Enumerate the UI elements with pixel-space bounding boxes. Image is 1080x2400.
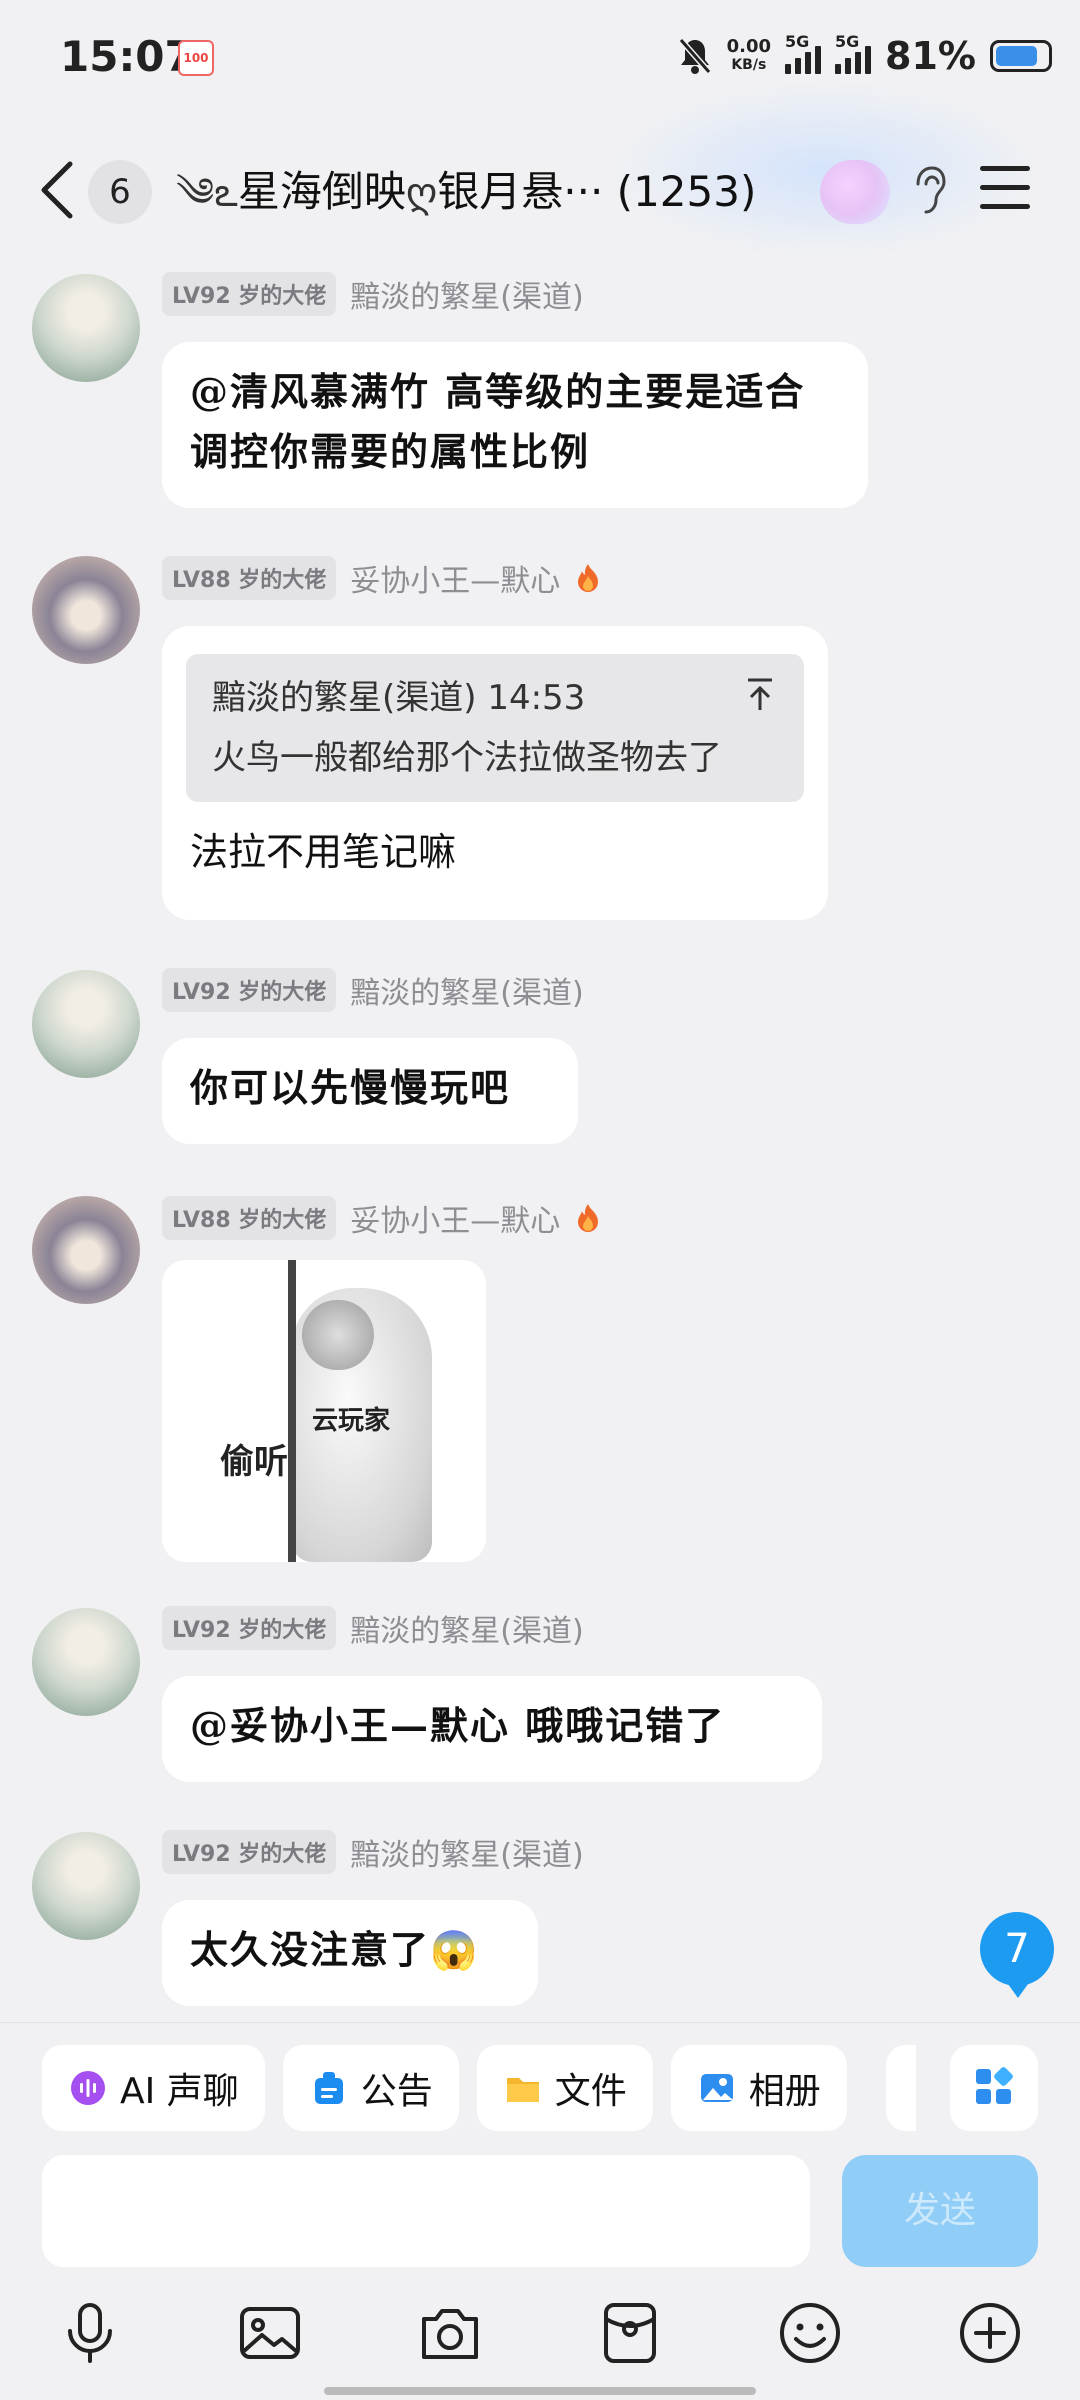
signal-2-icon: 5G — [835, 32, 872, 74]
mute-bell-icon — [678, 38, 711, 74]
chat-header: 6 ༄ఽ星海倒映ღ银月悬··· (1253) — [0, 140, 1080, 240]
avatar[interactable] — [32, 970, 140, 1078]
group-title-text: 星海倒映 — [237, 167, 406, 216]
title-decoration-mid-icon: ღ — [405, 170, 438, 216]
battery-percent: 81% — [885, 34, 976, 78]
sender-name[interactable]: 妥协小王—默心 — [350, 1196, 560, 1240]
new-messages-button[interactable]: 7 — [980, 1912, 1054, 1998]
notice-icon — [314, 2072, 343, 2104]
quoted-header: 黯淡的繁星(渠道) 14:53 — [212, 678, 586, 718]
calendar-icon: 100 — [178, 40, 214, 76]
sticker-image[interactable]: 偷听 云玩家 — [162, 1260, 486, 1562]
home-indicator[interactable] — [324, 2387, 756, 2395]
toolbar — [0, 2299, 1080, 2379]
group-mascot-icon[interactable] — [820, 160, 890, 224]
notice-button[interactable]: 公告 — [282, 2045, 459, 2131]
apps-grid-icon — [976, 2067, 1013, 2104]
flame-icon — [578, 1204, 599, 1232]
quoted-text: 火鸟一般都给那个法拉做圣物去了 — [212, 738, 722, 778]
sender-name[interactable]: 黯淡的繁星(渠道) — [350, 272, 583, 316]
ear-icon[interactable] — [908, 164, 948, 220]
avatar[interactable] — [32, 1608, 140, 1716]
message-input[interactable] — [42, 2155, 810, 2267]
sender-name[interactable]: 黯淡的繁星(渠道) — [350, 968, 583, 1012]
image-icon[interactable] — [236, 2299, 304, 2367]
message-bubble[interactable]: @清风慕满竹 高等级的主要是适合调控你需要的属性比例 — [162, 342, 868, 508]
album-icon — [700, 2074, 733, 2102]
group-title[interactable]: ༄ఽ星海倒映ღ银月悬··· (1253) — [176, 160, 816, 225]
avatar[interactable] — [32, 556, 140, 664]
quoted-message[interactable]: 黯淡的繁星(渠道) 14:53 火鸟一般都给那个法拉做圣物去了 — [186, 654, 804, 802]
message-bubble[interactable]: 太久没注意了😱 — [162, 1900, 538, 2006]
emoji-icon[interactable] — [776, 2299, 844, 2367]
sender-name[interactable]: 黯淡的繁星(渠道) — [350, 1830, 583, 1874]
plus-icon[interactable] — [956, 2299, 1024, 2367]
mic-icon[interactable] — [56, 2299, 124, 2367]
sender-name[interactable]: 黯淡的繁星(渠道) — [350, 1606, 583, 1650]
message-bubble[interactable]: 你可以先慢慢玩吧 — [162, 1038, 578, 1144]
level-badge: LV92 岁的大佬 — [162, 1606, 337, 1650]
chip-label: 文件 — [554, 2071, 627, 2112]
signal-1-icon: 5G — [785, 32, 822, 74]
chip-label: 公告 — [360, 2071, 433, 2112]
chip-label: 相册 — [748, 2071, 821, 2112]
unread-count-badge[interactable]: 6 — [88, 160, 152, 224]
camera-icon[interactable] — [416, 2299, 484, 2367]
album-button[interactable]: 相册 — [670, 2045, 847, 2131]
back-arrow-icon[interactable] — [38, 158, 78, 222]
title-decoration-left-icon: ༄ఽ — [176, 170, 238, 216]
status-time: 15:07 — [60, 32, 194, 81]
level-badge: LV88 岁的大佬 — [162, 556, 337, 600]
group-title-text-b: 银月悬··· (1253) — [437, 167, 757, 216]
message-bubble[interactable]: @妥协小王—默心 哦哦记错了 — [162, 1676, 822, 1782]
level-badge: LV92 岁的大佬 — [162, 1830, 337, 1874]
folder-icon — [506, 2078, 539, 2102]
quick-action-bar: AI 声聊 公告 文件 相册 — [42, 2045, 847, 2131]
level-badge: LV92 岁的大佬 — [162, 968, 337, 1012]
net-speed: 0.00 KB/s — [726, 36, 772, 74]
file-button[interactable]: 文件 — [476, 2045, 653, 2131]
jump-to-original-icon[interactable] — [744, 676, 776, 712]
reply-message-bubble[interactable]: 黯淡的繁星(渠道) 14:53 火鸟一般都给那个法拉做圣物去了 法拉不用笔记嘛 — [162, 626, 828, 920]
ai-voice-icon — [71, 2071, 105, 2105]
chip-label: AI 声聊 — [120, 2071, 239, 2112]
sticker-caption: 云玩家 — [312, 1406, 391, 1436]
sender-name[interactable]: 妥协小王—默心 — [350, 556, 560, 600]
more-chips-partial[interactable] — [886, 2045, 916, 2131]
message-text: 法拉不用笔记嘛 — [190, 830, 457, 874]
send-button[interactable]: 发送 — [842, 2155, 1038, 2267]
battery-icon — [990, 40, 1052, 72]
ai-voice-chat-button[interactable]: AI 声聊 — [42, 2045, 265, 2131]
apps-grid-button[interactable] — [950, 2045, 1038, 2131]
avatar[interactable] — [32, 1196, 140, 1304]
avatar[interactable] — [32, 274, 140, 382]
bottom-panel: AI 声聊 公告 文件 相册 发送 — [0, 2022, 1080, 2400]
avatar[interactable] — [32, 1832, 140, 1940]
sticker-caption: 偷听 — [220, 1442, 288, 1482]
red-packet-icon[interactable] — [596, 2299, 664, 2367]
flame-icon — [578, 564, 599, 592]
level-badge: LV92 岁的大佬 — [162, 272, 337, 316]
menu-icon[interactable] — [980, 166, 1030, 214]
level-badge: LV88 岁的大佬 — [162, 1196, 337, 1240]
